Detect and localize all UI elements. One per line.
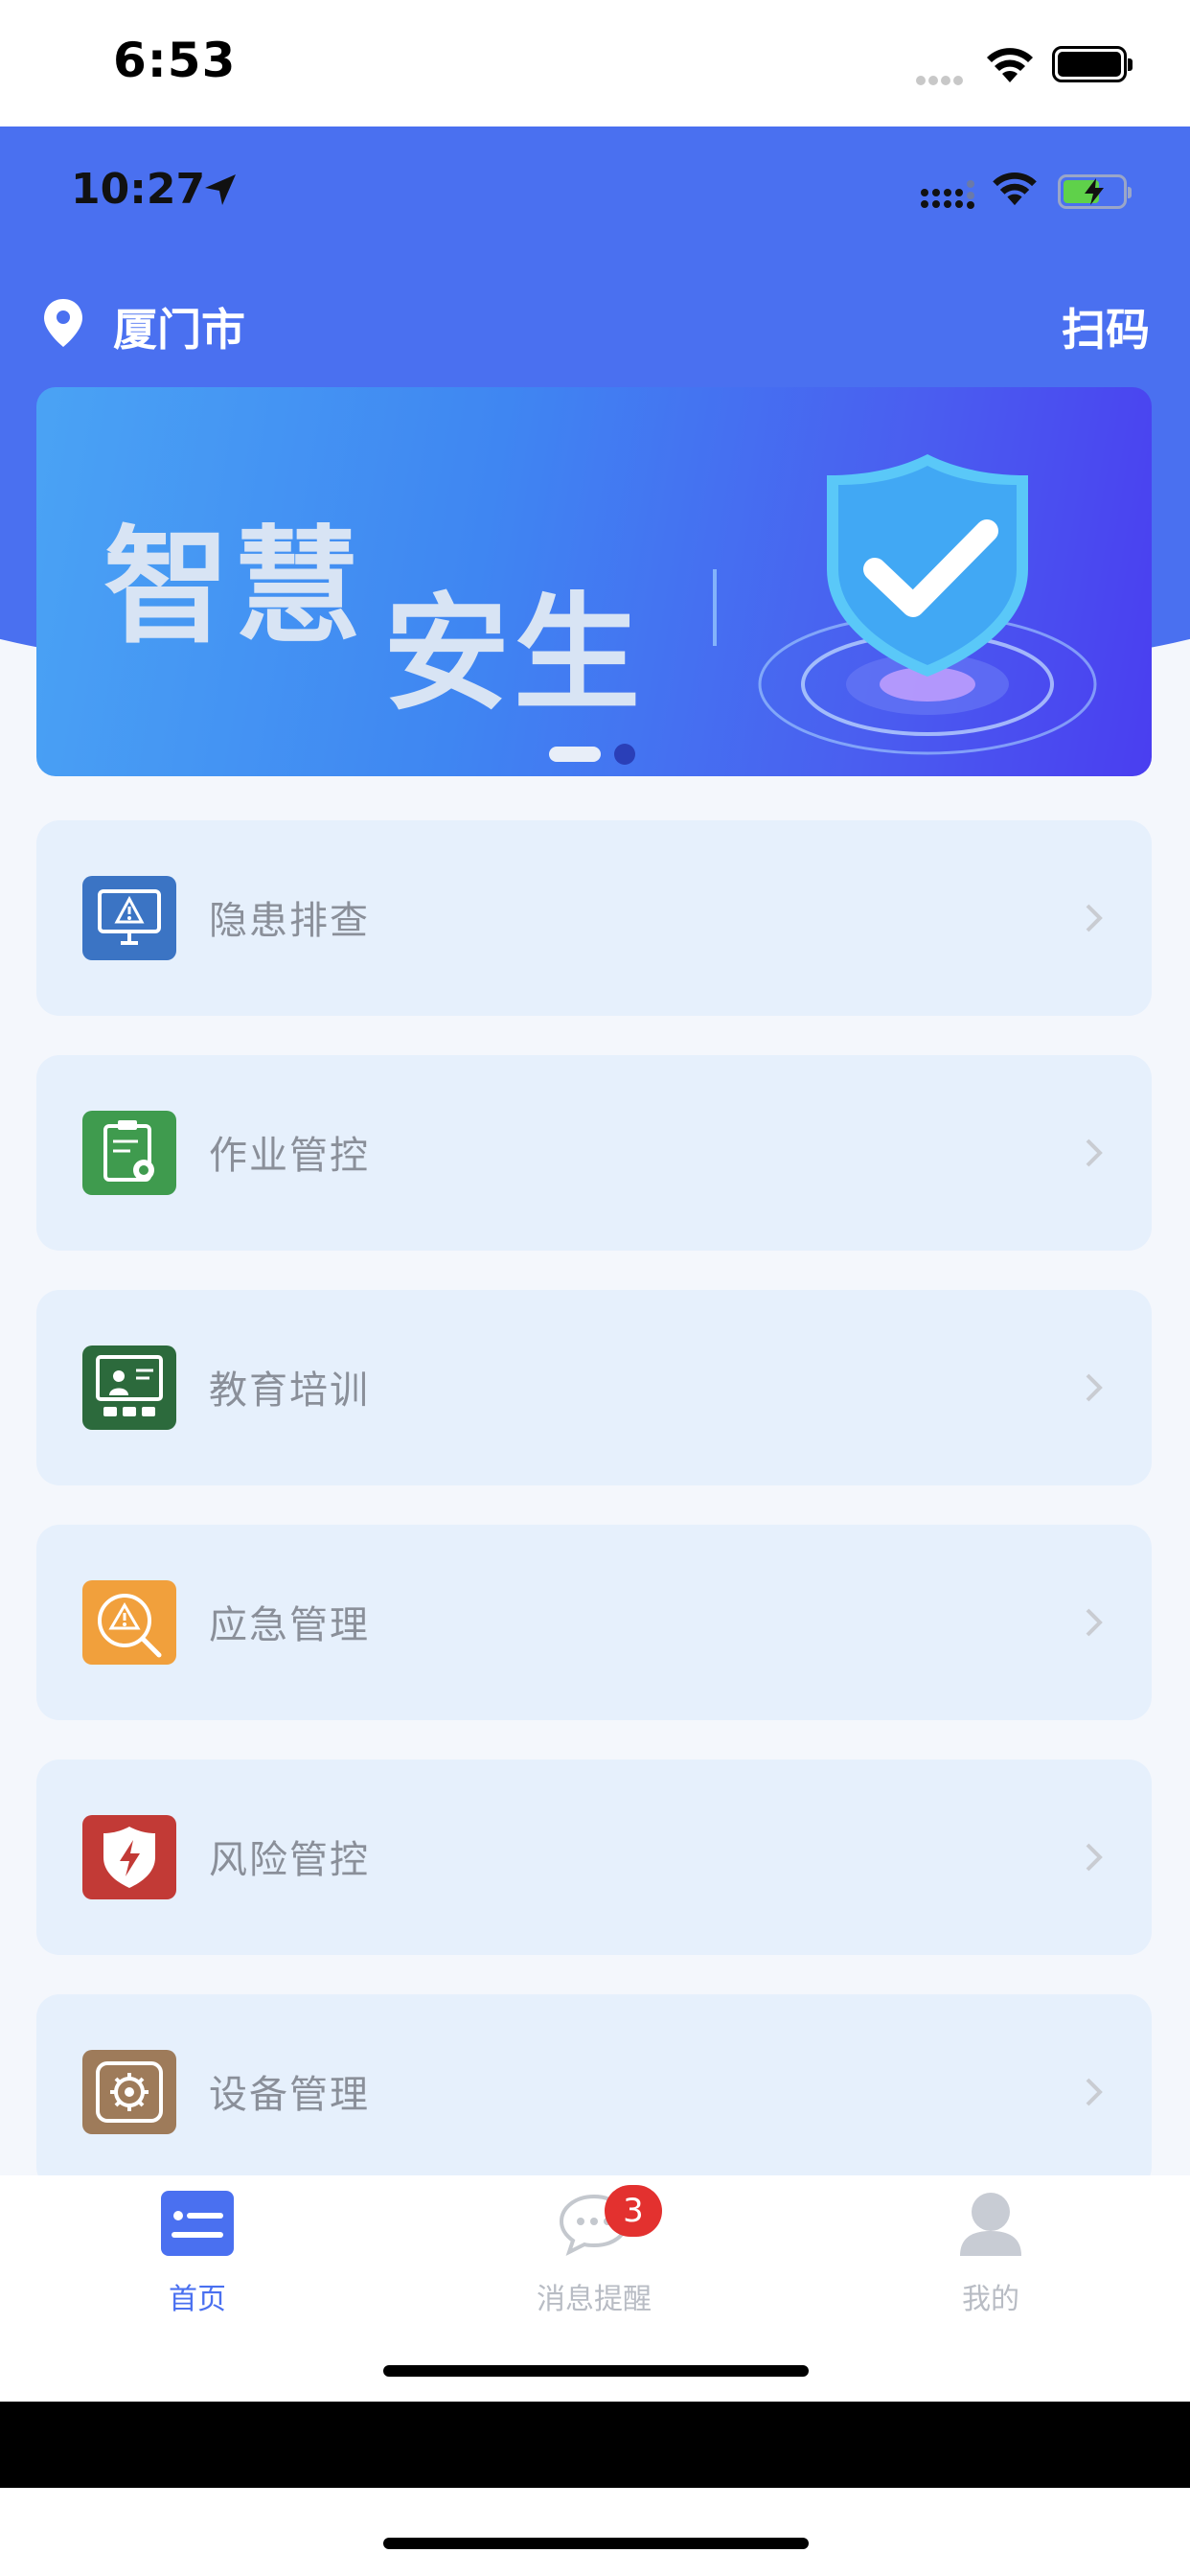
tab-messages[interactable]: 3 消息提醒 (489, 2185, 699, 2316)
outer-bottom-area (0, 2488, 1190, 2576)
promo-banner[interactable]: 智慧 安生 (36, 387, 1152, 776)
cellular-signal-icon (916, 71, 966, 89)
menu-item-education-training[interactable]: 教育培训 (36, 1290, 1152, 1485)
chevron-right-icon (1086, 2078, 1103, 2106)
menu-item-equipment-management[interactable]: 设备管理 (36, 1994, 1152, 2190)
classroom-icon (82, 1346, 176, 1430)
menu-label: 应急管理 (209, 1603, 370, 1647)
feature-menu: 隐患排查 作业管控 教育培训 应急管理 风险管控 设备管理 (36, 820, 1152, 2229)
menu-label: 教育培训 (209, 1368, 370, 1413)
unread-badge: 3 (605, 2185, 662, 2237)
location-pin-icon[interactable] (40, 297, 86, 353)
banner-title-part2: 安生 (383, 581, 644, 728)
home-indicator[interactable] (383, 2365, 809, 2377)
tab-mine[interactable]: 我的 (885, 2191, 1096, 2316)
frame-divider (0, 2402, 1190, 2488)
menu-item-work-control[interactable]: 作业管控 (36, 1055, 1152, 1251)
outer-clock: 6:53 (113, 33, 237, 88)
menu-label: 作业管控 (209, 1134, 370, 1178)
menu-item-risk-control[interactable]: 风险管控 (36, 1760, 1152, 1955)
warning-search-icon (82, 1580, 176, 1665)
location-arrow-icon (201, 171, 240, 213)
chevron-right-icon (1086, 904, 1103, 932)
chevron-right-icon (1086, 1373, 1103, 1402)
wifi-icon (991, 171, 1039, 211)
wifi-icon (985, 46, 1035, 88)
menu-label: 隐患排查 (209, 899, 370, 943)
inner-clock: 10:27 (71, 165, 206, 214)
home-card-icon (161, 2191, 234, 2256)
banner-pagination[interactable] (549, 744, 635, 765)
battery-charging-icon (1058, 174, 1132, 209)
tab-home[interactable]: 首页 (92, 2191, 303, 2316)
inner-status-bar: 10:27 (0, 126, 1190, 261)
app-screen: 10:27 厦门市 扫码 智慧 安生 隐患排查 作业管控 教育培训 应急管理 风… (0, 126, 1190, 2402)
device-gear-icon (82, 2050, 176, 2134)
scan-button[interactable]: 扫码 (1062, 295, 1150, 358)
clipboard-gear-icon (82, 1111, 176, 1195)
chevron-right-icon (1086, 1138, 1103, 1167)
security-shield-icon (713, 454, 1097, 755)
chevron-right-icon (1086, 1608, 1103, 1637)
cellular-signal-icon (920, 180, 975, 213)
outer-status-bar: 6:53 (0, 0, 1190, 126)
chevron-right-icon (1086, 1843, 1103, 1872)
menu-label: 设备管理 (209, 2073, 370, 2117)
shield-bolt-icon (82, 1815, 176, 1899)
outer-home-indicator[interactable] (383, 2538, 809, 2549)
menu-item-hazard-inspection[interactable]: 隐患排查 (36, 820, 1152, 1016)
tab-label: 首页 (169, 2283, 226, 2316)
banner-title-part1: 智慧 (103, 514, 364, 661)
location-header: 厦门市 扫码 (0, 280, 1190, 366)
menu-label: 风险管控 (209, 1838, 370, 1882)
user-avatar-icon (960, 2193, 1021, 2256)
menu-item-emergency-management[interactable]: 应急管理 (36, 1525, 1152, 1720)
battery-icon (1052, 46, 1133, 82)
page-dot[interactable] (614, 744, 635, 765)
page-dot-active[interactable] (549, 747, 601, 762)
tab-label: 我的 (962, 2283, 1019, 2316)
monitor-warning-icon (82, 876, 176, 960)
tab-label: 消息提醒 (537, 2283, 652, 2316)
city-selector[interactable]: 厦门市 (113, 295, 245, 358)
